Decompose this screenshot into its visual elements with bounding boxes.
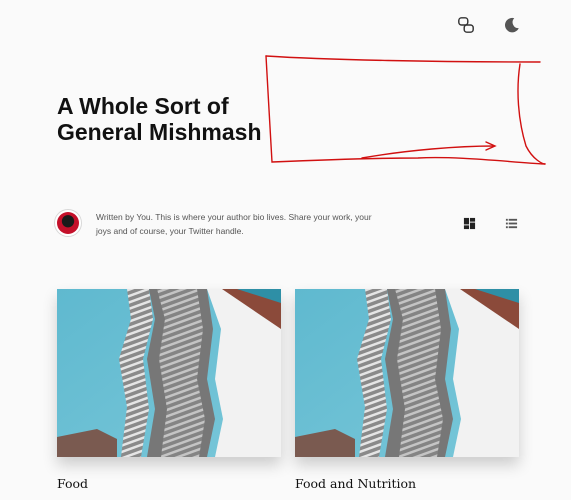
moon-icon[interactable] xyxy=(503,16,521,34)
post-card[interactable]: Food xyxy=(57,289,281,491)
red-scribble-annotation xyxy=(265,55,546,165)
grid-view-icon[interactable] xyxy=(462,216,476,230)
post-title[interactable]: Food and Nutrition xyxy=(295,476,519,491)
blog-title-line-1: A Whole Sort of xyxy=(57,93,229,119)
post-card[interactable]: Food and Nutrition xyxy=(295,289,519,491)
post-grid: Food Food and Nutrition xyxy=(57,289,519,491)
header-actions xyxy=(457,16,521,34)
blog-title: A Whole Sort of General Mishmash xyxy=(57,93,287,145)
blog-title-line-2: General Mishmash xyxy=(57,119,262,145)
post-thumbnail[interactable] xyxy=(295,289,519,457)
avatar-image xyxy=(57,212,79,234)
post-title[interactable]: Food xyxy=(57,476,281,491)
link-icon[interactable] xyxy=(457,16,475,34)
post-thumbnail[interactable] xyxy=(57,289,281,457)
view-toggle xyxy=(462,216,518,230)
avatar[interactable] xyxy=(54,209,82,237)
list-view-icon[interactable] xyxy=(504,216,518,230)
author-bio: Written by You. This is where your autho… xyxy=(96,212,372,236)
author-bio-section: Written by You. This is where your autho… xyxy=(54,209,384,238)
